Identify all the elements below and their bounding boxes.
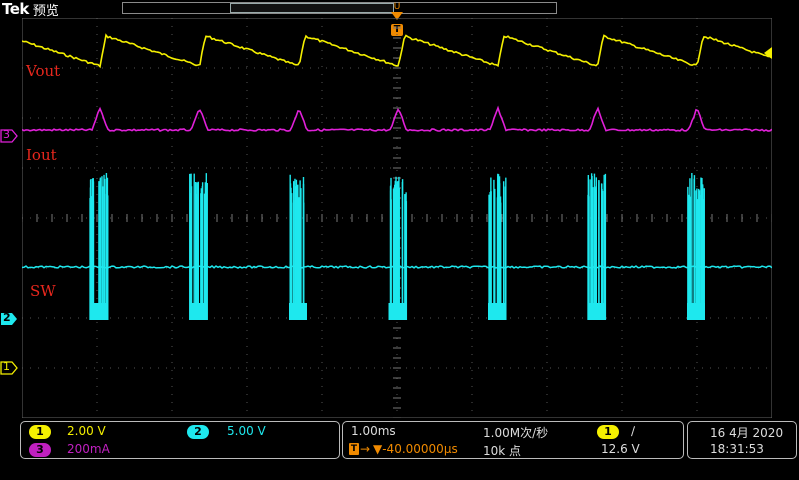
ch2-marker-number: 2 — [3, 311, 11, 324]
ch1-ground-marker[interactable]: 1 — [0, 360, 18, 375]
trigger-offset-t-icon: T — [349, 443, 359, 455]
ch1-badge[interactable]: 1 — [29, 425, 51, 439]
datetime-panel: 16 4月 2020 18:31:53 — [687, 421, 797, 459]
trigger-offset-arrow-icon: → — [360, 442, 371, 456]
ch3-scale: 200mA — [67, 442, 110, 456]
vertical-settings-panel[interactable]: 1 2.00 V 2 5.00 V 3 200mA — [20, 421, 340, 459]
ch3-marker-number: 3 — [3, 128, 10, 141]
ch3-badge[interactable]: 3 — [29, 443, 51, 457]
waveform-display[interactable]: Vout Iout SW — [21, 17, 773, 419]
record-view-window[interactable] — [230, 3, 394, 13]
ch3-ground-marker[interactable]: 3 — [0, 128, 18, 143]
trigger-slope-icon: ∕ — [631, 424, 636, 438]
trigger-position-letter: U — [393, 2, 401, 12]
time-value: 18:31:53 — [710, 442, 764, 456]
trigger-offset-value: ▼-40.00000µs — [373, 442, 458, 456]
ch2-badge[interactable]: 2 — [187, 425, 209, 439]
preview-mode-label: 预览 — [32, 3, 59, 19]
tek-logo: Tek — [2, 0, 29, 18]
waveform-canvas — [21, 17, 773, 419]
trigger-level-value: 12.6 V — [601, 442, 640, 456]
status-bar: 1 2.00 V 2 5.00 V 3 200mA 1.00ms 1.00M次/… — [0, 418, 799, 480]
sw-trace — [21, 173, 773, 320]
horizontal-trigger-panel[interactable]: 1.00ms 1.00M次/秒 T → ▼-40.00000µs 10k 点 1… — [342, 421, 684, 459]
iout-label: Iout — [26, 146, 57, 164]
brand-area: Tek 预览 — [2, 0, 59, 19]
ch1-scale: 2.00 V — [67, 424, 106, 438]
date-value: 16 4月 2020 — [710, 426, 784, 440]
trigger-level-marker-icon[interactable] — [762, 47, 772, 59]
ch2-scale: 5.00 V — [227, 424, 266, 438]
record-length-value: 10k 点 — [483, 444, 522, 458]
sample-rate-value: 1.00M次/秒 — [483, 426, 549, 440]
ch1-marker-number: 1 — [3, 360, 10, 373]
ch2-ground-marker[interactable]: 2 — [0, 311, 18, 325]
vout-label: Vout — [26, 62, 61, 80]
sw-label: SW — [30, 282, 56, 300]
trigger-source-badge[interactable]: 1 — [597, 425, 619, 439]
timebase-value: 1.00ms — [351, 424, 396, 438]
